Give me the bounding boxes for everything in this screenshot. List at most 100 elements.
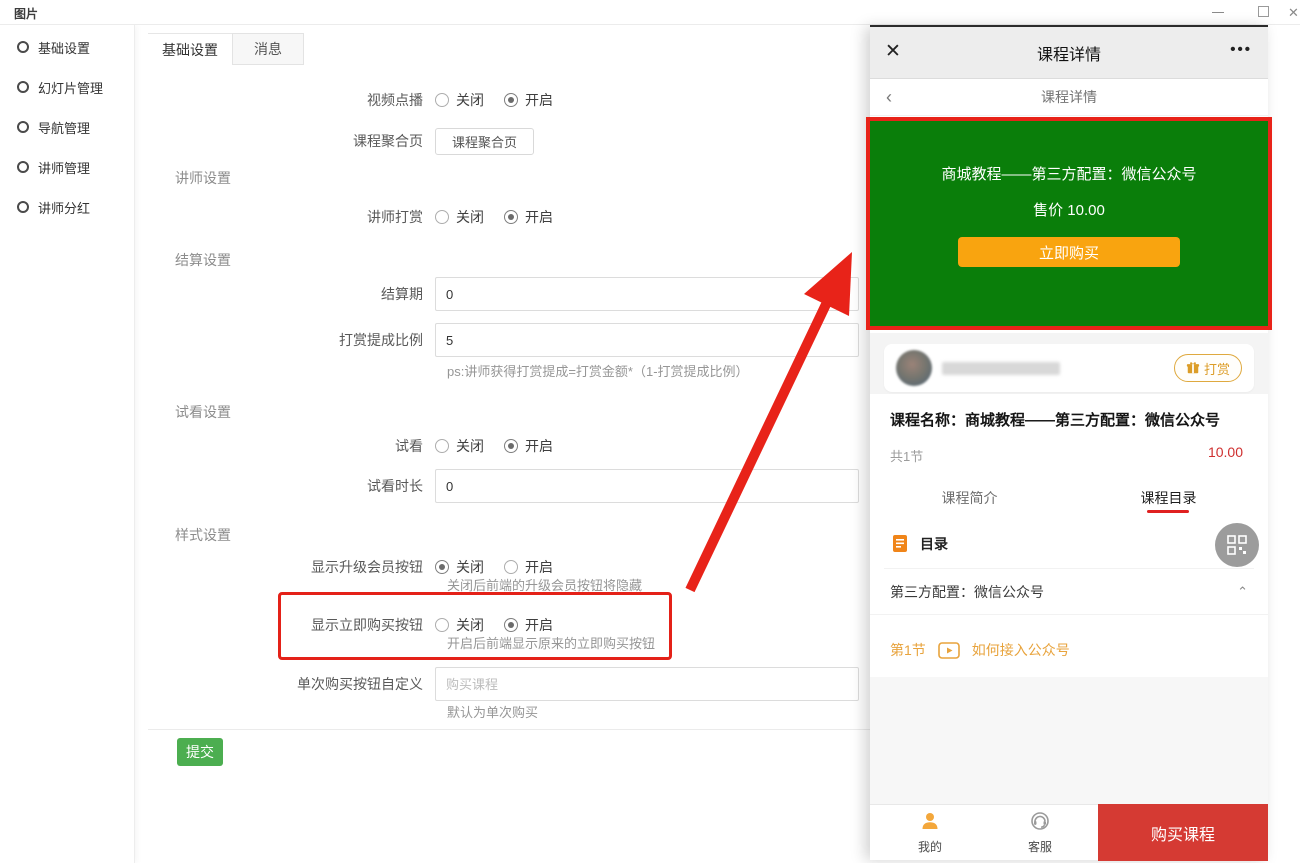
radio-icon[interactable]	[504, 618, 518, 632]
lesson-number: 第1节	[890, 640, 926, 660]
window-title: 图片	[14, 5, 38, 22]
sidebar-item-label: 基础设置	[38, 38, 90, 57]
highlighted-course-banner: 商城教程——第三方配置：微信公众号 售价 10.00 立即购买	[866, 117, 1272, 330]
radio-buynow-on[interactable]: 开启	[504, 615, 553, 635]
chapter-row[interactable]: 第三方配置：微信公众号 ⌃	[890, 582, 1248, 602]
minimize-icon[interactable]	[1212, 6, 1224, 13]
lesson-row[interactable]: 第1节 如何接入公众号	[890, 640, 1070, 660]
sidebar-item-label: 讲师分红	[38, 198, 90, 217]
buynow-button-hint: 开启后前端显示原来的立即购买按钮	[447, 633, 655, 652]
field-label: 课程聚合页	[148, 131, 435, 151]
avatar	[896, 350, 932, 386]
row-lecturer-reward: 讲师打赏 关闭 开启	[148, 207, 553, 227]
preview-nav-title: 课程详情	[870, 87, 1268, 107]
radio-icon[interactable]	[435, 210, 449, 224]
field-label: 试看	[148, 436, 435, 456]
preview-titlebar: ✕ 课程详情 •••	[870, 27, 1268, 79]
divider	[884, 568, 1254, 569]
reward-ratio-input[interactable]	[435, 323, 859, 357]
radio-icon[interactable]	[504, 560, 518, 574]
row-trial-time: 试看时长	[148, 469, 859, 503]
radio-icon[interactable]	[435, 618, 449, 632]
submit-button[interactable]: 提交	[177, 738, 223, 766]
row-video-ondemand: 视频点播 关闭 开启	[148, 90, 553, 110]
chevron-up-icon[interactable]: ⌃	[1237, 584, 1248, 600]
field-label: 显示升级会员按钮	[148, 557, 435, 577]
radio-video-on[interactable]: 开启	[504, 90, 553, 110]
maximize-icon[interactable]	[1258, 6, 1269, 17]
tab-basic-settings[interactable]: 基础设置	[148, 33, 232, 65]
radio-icon[interactable]	[504, 210, 518, 224]
radio-reward-off[interactable]: 关闭	[435, 207, 484, 227]
field-label: 单次购买按钮自定义	[148, 674, 435, 694]
row-reward-ratio: 打赏提成比例	[148, 323, 859, 357]
sidebar-item-navigation[interactable]: 导航管理	[0, 107, 134, 147]
qr-code-button[interactable]	[1215, 523, 1259, 567]
radio-icon[interactable]	[504, 439, 518, 453]
radio-icon[interactable]	[435, 560, 449, 574]
tab-customer-service[interactable]: 客服	[1010, 811, 1070, 855]
sidebar-item-label: 讲师管理	[38, 158, 90, 177]
course-aggregate-button[interactable]: 课程聚合页	[435, 128, 534, 155]
section-trial-settings: 试看设置	[175, 402, 231, 422]
active-tab-underline	[1147, 510, 1189, 513]
buy-course-button[interactable]: 购买课程	[1098, 804, 1268, 861]
tab-mine[interactable]: 我的	[900, 811, 960, 855]
field-label: 显示立即购买按钮	[148, 615, 435, 635]
radio-icon[interactable]	[435, 93, 449, 107]
reward-ratio-hint: ps:讲师获得打赏提成=打赏金额*（1-打赏提成比例）	[447, 361, 749, 380]
field-label: 视频点播	[148, 90, 435, 110]
radio-upgrade-on[interactable]: 开启	[504, 557, 553, 577]
lesson-count: 共1节	[890, 446, 923, 465]
banner-course-title: 商城教程——第三方配置：微信公众号	[870, 163, 1268, 184]
person-icon	[920, 811, 940, 831]
preview-title: 课程详情	[870, 41, 1268, 65]
back-icon[interactable]: ‹	[886, 87, 892, 108]
close-icon[interactable]: ✕	[885, 41, 901, 63]
circle-bullet-icon	[17, 81, 29, 93]
catalog-title: 目录	[920, 534, 948, 554]
tab-course-intro[interactable]: 课程简介	[870, 482, 1069, 514]
sidebar-item-lecturer-management[interactable]: 讲师管理	[0, 147, 134, 187]
trial-time-input[interactable]	[435, 469, 859, 503]
custom-buy-input[interactable]	[435, 667, 859, 701]
radio-trial-off[interactable]: 关闭	[435, 436, 484, 456]
document-icon	[892, 534, 910, 554]
settings-tabs: 基础设置 消息	[148, 33, 304, 65]
catalog-header: 目录	[892, 534, 948, 554]
settlement-period-input[interactable]	[435, 277, 859, 311]
window-titlebar: 图片 ✕	[0, 0, 1300, 25]
section-style-settings: 样式设置	[175, 525, 231, 545]
radio-upgrade-off[interactable]: 关闭	[435, 557, 484, 577]
sidebar-item-lecturer-dividend[interactable]: 讲师分红	[0, 187, 134, 227]
author-name-redacted	[942, 362, 1060, 375]
course-name: 课程名称：商城教程——第三方配置：微信公众号	[890, 409, 1220, 430]
sidebar: 基础设置 幻灯片管理 导航管理 讲师管理 讲师分红	[0, 25, 135, 863]
radio-reward-on[interactable]: 开启	[504, 207, 553, 227]
headset-icon	[1030, 811, 1050, 831]
author-card: 打赏	[884, 344, 1254, 392]
tab-message[interactable]: 消息	[232, 33, 304, 65]
course-tabs: 课程简介 课程目录	[870, 482, 1268, 514]
preview-bottom-bar: 我的 客服 购买课程	[870, 804, 1268, 860]
radio-icon[interactable]	[504, 93, 518, 107]
reward-button[interactable]: 打赏	[1174, 354, 1242, 382]
circle-bullet-icon	[17, 41, 29, 53]
radio-icon[interactable]	[435, 439, 449, 453]
lesson-title: 如何接入公众号	[972, 640, 1070, 660]
buy-now-button[interactable]: 立即购买	[958, 237, 1180, 267]
section-lecturer-settings: 讲师设置	[175, 168, 231, 188]
upgrade-button-hint: 关闭后前端的升级会员按钮将隐藏	[447, 575, 642, 594]
circle-bullet-icon	[17, 161, 29, 173]
course-price: 10.00	[1208, 444, 1243, 460]
radio-buynow-off[interactable]: 关闭	[435, 615, 484, 635]
close-icon[interactable]: ✕	[1288, 6, 1300, 19]
sidebar-item-basic-settings[interactable]: 基础设置	[0, 27, 134, 67]
radio-trial-on[interactable]: 开启	[504, 436, 553, 456]
radio-video-off[interactable]: 关闭	[435, 90, 484, 110]
row-trial: 试看 关闭 开启	[148, 436, 553, 456]
more-icon[interactable]: •••	[1230, 41, 1252, 58]
sidebar-item-slides[interactable]: 幻灯片管理	[0, 67, 134, 107]
custom-buy-hint: 默认为单次购买	[447, 702, 538, 721]
circle-bullet-icon	[17, 201, 29, 213]
